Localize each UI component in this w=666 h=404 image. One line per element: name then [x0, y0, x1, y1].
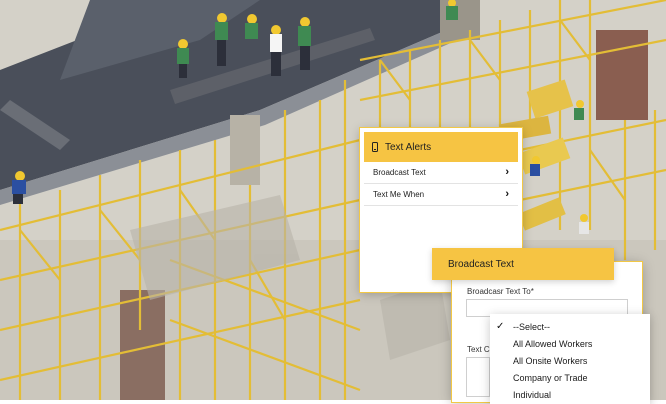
dropdown-option-individual[interactable]: Individual: [513, 390, 551, 400]
dropdown-option-all-allowed-workers[interactable]: All Allowed Workers: [513, 339, 592, 349]
recipient-dropdown-list: ✓ --Select-- All Allowed Workers All Ons…: [490, 314, 650, 404]
menu-item-broadcast-text[interactable]: Broadcast Text ›: [364, 162, 518, 184]
chevron-right-icon: ›: [505, 166, 509, 178]
phone-icon: [372, 142, 378, 152]
menu-item-text-me-when[interactable]: Text Me When ›: [364, 184, 518, 206]
menu-item-label: Text Me When: [373, 190, 425, 199]
broadcast-text-title: Broadcast Text: [448, 258, 514, 270]
text-alerts-header: Text Alerts: [364, 132, 518, 162]
text-content-field[interactable]: [466, 357, 490, 397]
dropdown-option-all-onsite-workers[interactable]: All Onsite Workers: [513, 356, 587, 366]
text-content-label: Text C: [467, 345, 490, 354]
menu-item-label: Broadcast Text: [373, 168, 426, 177]
dropdown-option-select[interactable]: --Select--: [513, 322, 550, 332]
chevron-right-icon: ›: [505, 188, 509, 200]
text-alerts-title: Text Alerts: [385, 141, 432, 153]
dropdown-option-company-or-trade[interactable]: Company or Trade: [513, 373, 588, 383]
broadcast-text-header: Broadcast Text: [432, 248, 614, 280]
check-icon: ✓: [496, 321, 505, 332]
broadcast-to-label: Broadcasr Text To*: [467, 287, 534, 296]
